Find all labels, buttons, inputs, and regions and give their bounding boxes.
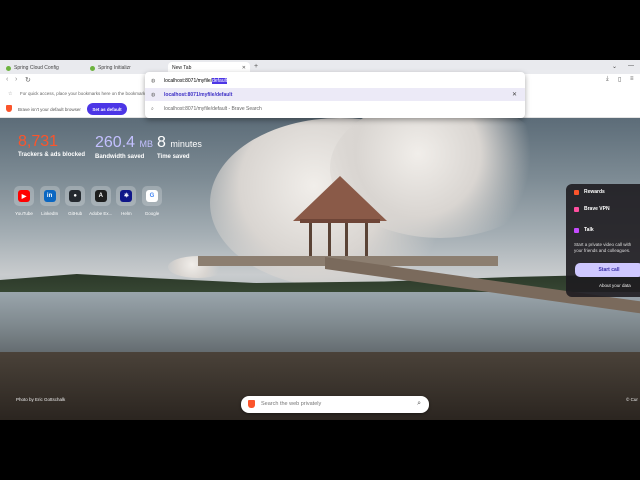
top-site-icon-wrap: ▶: [14, 186, 34, 206]
trackers-count: 8,731: [18, 133, 59, 150]
vpn-button[interactable]: Brave VPN: [574, 206, 610, 212]
github-icon: ●: [69, 190, 82, 202]
top-site-name: Adobe Ex...: [89, 211, 113, 216]
bookmark-icon: ☆: [8, 91, 13, 97]
address-input[interactable]: ◍ localhost:8071/myfile/default: [145, 74, 525, 87]
side-panel: Rewards Brave VPN Talk Start a private v…: [566, 184, 640, 297]
gazebo-base: [300, 219, 380, 223]
google-icon: G: [146, 190, 158, 202]
close-tab-icon[interactable]: ✕: [242, 65, 246, 71]
rewards-button[interactable]: Rewards: [574, 189, 605, 195]
gazebo-post: [309, 223, 312, 259]
back-icon[interactable]: ‹: [6, 76, 8, 83]
photo-credit[interactable]: Photo by Eric Gottschalk: [16, 397, 65, 402]
bookmarks-hint: For quick access, place your bookmarks h…: [20, 91, 157, 96]
time-value: 8: [157, 134, 166, 151]
top-site-name: LinkedIn: [41, 211, 59, 216]
minimize-icon[interactable]: —: [628, 63, 634, 69]
vpn-icon: [574, 206, 579, 212]
omnibox-dropdown: ◍ localhost:8071/myfile/default ◍ localh…: [145, 72, 525, 118]
suggestion-search-text: localhost:8071/myfile/default - Brave Se…: [164, 105, 262, 112]
top-site-icon-wrap: ⎈: [116, 186, 137, 206]
bandwidth-value: 260.4: [95, 134, 136, 151]
top-site-name: YouTube: [15, 211, 33, 216]
remove-suggestion-icon[interactable]: ✕: [512, 91, 517, 98]
tab-label: Spring Initializr: [98, 65, 131, 71]
new-tab-button[interactable]: +: [254, 63, 258, 70]
talk-header: Talk: [574, 227, 594, 233]
brave-lion-icon: [6, 105, 12, 112]
top-site-icon-wrap: ●: [65, 186, 86, 206]
trackers-label: Trackers & ads blocked: [18, 152, 86, 158]
search-icon: ⌕: [417, 400, 421, 407]
forward-icon[interactable]: ›: [15, 76, 17, 83]
talk-description: Start a private video call with your fri…: [574, 242, 632, 253]
spring-icon: [90, 65, 95, 71]
youtube-icon: ▶: [18, 190, 30, 202]
suggestion-url[interactable]: ◍ localhost:8071/myfile/default ✕: [145, 88, 525, 101]
infobar-message: Brave isn't your default browser: [18, 107, 81, 112]
time-label: Time saved: [157, 154, 190, 160]
time-unit: minutes: [170, 139, 202, 149]
top-site-tile[interactable]: ⎈ Helm: [114, 186, 138, 216]
bandwidth-label: Bandwidth saved: [95, 154, 145, 160]
top-site-tile[interactable]: ● GitHub: [63, 186, 87, 216]
tab-spring-cloud-config[interactable]: Spring Cloud Config: [2, 62, 84, 74]
globe-icon: ◍: [151, 77, 156, 84]
linkedin-icon: in: [43, 190, 56, 202]
gazebo-post: [328, 223, 331, 259]
talk-label: Talk: [584, 227, 594, 233]
sidebar-icon[interactable]: ▯: [618, 76, 621, 83]
rewards-icon: [574, 189, 579, 195]
menu-icon[interactable]: ≡: [630, 76, 634, 82]
top-site-tile[interactable]: ▶ YouTube: [12, 186, 36, 216]
rewards-label: Rewards: [584, 189, 605, 195]
new-tab-page: [0, 118, 640, 420]
start-call-button[interactable]: Start call: [575, 263, 640, 277]
top-site-icon-wrap: in: [39, 186, 60, 206]
download-icon[interactable]: ⤓: [606, 76, 609, 83]
search-icon: ⌕: [151, 105, 154, 112]
helm-icon: ⎈: [120, 190, 133, 202]
suggestion-url-text: localhost:8071/myfile/default: [164, 91, 233, 98]
set-as-default-button[interactable]: Set as default: [87, 103, 127, 115]
about-data-link[interactable]: About your data: [599, 283, 631, 288]
stat-bandwidth: 260.4 MB Bandwidth saved: [95, 134, 154, 161]
chevron-down-icon[interactable]: ⌄: [612, 63, 617, 70]
stat-trackers: 8,731 Trackers & ads blocked: [18, 133, 86, 159]
gazebo-post: [365, 223, 368, 259]
adobe-express-icon: A: [94, 190, 107, 202]
reload-icon[interactable]: ↻: [25, 76, 31, 84]
search-placeholder: Search the web privately: [261, 401, 322, 407]
top-site-name: GitHub: [68, 211, 83, 216]
spring-icon: [6, 65, 11, 71]
selected-text: default: [212, 77, 228, 84]
suggestion-search[interactable]: ⌕ localhost:8071/myfile/default - Brave …: [145, 102, 525, 115]
corner-text: © Cur: [626, 397, 638, 402]
vpn-label: Brave VPN: [584, 206, 610, 212]
top-site-icon-wrap: A: [90, 186, 111, 206]
top-site-name: Helm: [121, 211, 132, 216]
top-site-tile[interactable]: in LinkedIn: [38, 186, 62, 216]
top-site-name: Google: [144, 211, 160, 216]
search-box[interactable]: Search the web privately ⌕: [241, 396, 429, 413]
tab-label: Spring Cloud Config: [14, 65, 59, 71]
typed-text: localhost:8071/myfile/: [164, 77, 213, 84]
top-site-icon-wrap: G: [142, 186, 162, 206]
tab-label: New Tab: [172, 65, 192, 71]
talk-icon: [574, 227, 579, 233]
top-site-tile[interactable]: A Adobe Ex...: [89, 186, 113, 216]
brave-search-icon: [248, 400, 255, 408]
top-site-tile[interactable]: G Google: [140, 186, 164, 216]
gazebo-post: [345, 223, 348, 259]
browser-window: Spring Cloud Config Spring Initializr Ne…: [0, 60, 640, 420]
stat-time: 8 minutes Time saved: [157, 134, 202, 161]
globe-icon: ◍: [151, 91, 156, 98]
bandwidth-unit: MB: [139, 139, 154, 149]
